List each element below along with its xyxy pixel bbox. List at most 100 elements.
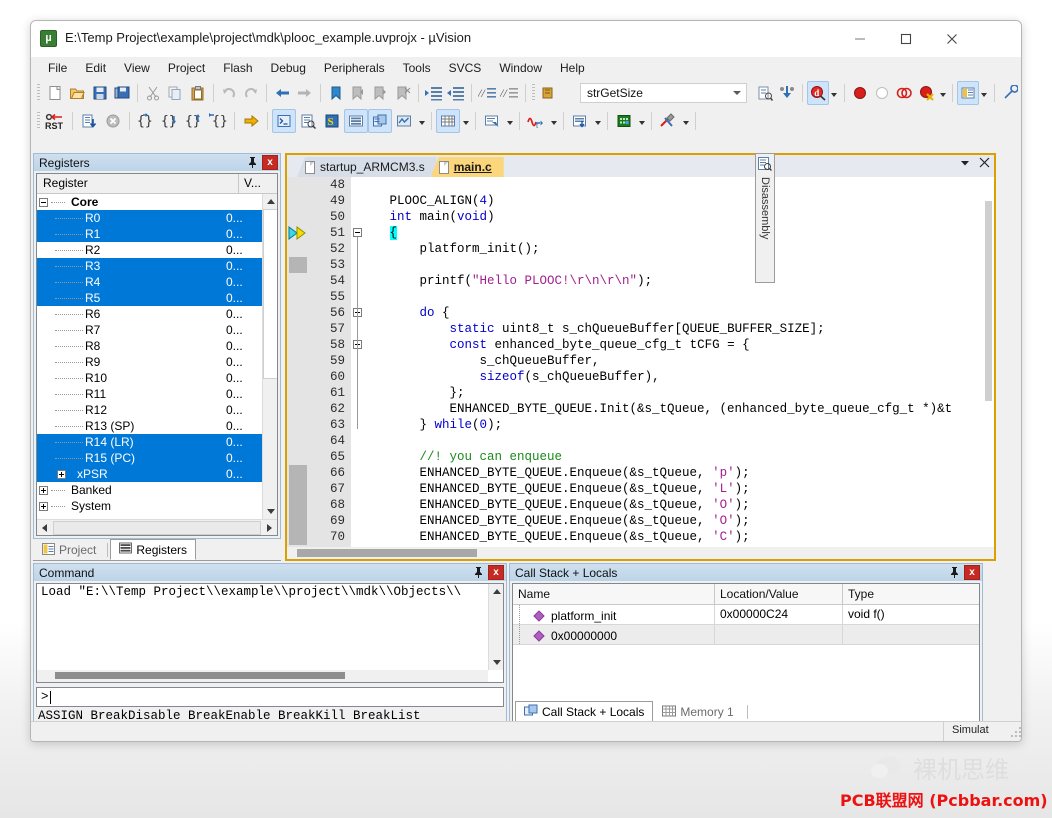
find-icon[interactable] bbox=[753, 81, 775, 105]
expand-icon[interactable] bbox=[39, 502, 48, 512]
code-line[interactable]: } while(0); bbox=[367, 417, 994, 433]
menu-edit[interactable]: Edit bbox=[76, 58, 115, 78]
call-stack-table[interactable]: Name Location/Value Type platform_init 0x… bbox=[512, 583, 980, 725]
resize-grip[interactable] bbox=[1009, 721, 1021, 741]
comment-icon[interactable]: // bbox=[476, 81, 498, 105]
toolbar-grip[interactable] bbox=[531, 84, 535, 102]
close-icon[interactable] bbox=[979, 157, 990, 171]
chevron-down-icon[interactable] bbox=[728, 85, 746, 101]
register-row[interactable]: System bbox=[37, 498, 262, 514]
scroll-up-icon[interactable] bbox=[263, 194, 277, 209]
code-line[interactable]: s_chQueueBuffer, bbox=[367, 353, 994, 369]
register-row[interactable]: R2 0... bbox=[37, 242, 262, 258]
show-next-statement-icon[interactable] bbox=[239, 109, 263, 133]
code-line[interactable] bbox=[367, 289, 994, 305]
dock-tab-call-stack[interactable]: Call Stack + Locals bbox=[515, 701, 654, 722]
copy-icon[interactable] bbox=[164, 81, 186, 105]
menu-svcs[interactable]: SVCS bbox=[440, 58, 491, 78]
registers-tree[interactable]: Register V... Core R0 0... R1 0... R2 0... R3 0.… bbox=[36, 173, 278, 536]
scroll-up-icon[interactable] bbox=[489, 584, 503, 599]
target-options-icon[interactable] bbox=[956, 81, 980, 105]
search-combo[interactable]: strGetSize bbox=[579, 83, 748, 103]
scroll-left-icon[interactable] bbox=[37, 520, 52, 535]
symbols-window-icon[interactable]: S bbox=[320, 109, 344, 133]
find-in-files-icon[interactable] bbox=[539, 81, 561, 105]
disassembly-window-icon[interactable] bbox=[296, 109, 320, 133]
register-row[interactable]: R12 0... bbox=[37, 402, 262, 418]
register-row[interactable]: R14 (LR) 0... bbox=[37, 434, 262, 450]
code-line[interactable]: printf("Hello PLOOC!\r\n\r\n"); bbox=[367, 273, 994, 289]
debug-options-dropdown[interactable] bbox=[829, 81, 839, 105]
menu-window[interactable]: Window bbox=[490, 58, 551, 78]
code-line[interactable]: ENHANCED_BYTE_QUEUE.Enqueue(&s_tQueue, '… bbox=[367, 465, 994, 481]
breakpoint-options-dropdown[interactable] bbox=[938, 81, 948, 105]
menu-view[interactable]: View bbox=[115, 58, 159, 78]
system-viewer-icon[interactable] bbox=[612, 109, 636, 133]
toolbox-dropdown[interactable] bbox=[680, 109, 691, 133]
editor-marker-gutter[interactable] bbox=[287, 177, 309, 547]
bookmark-next-icon[interactable] bbox=[369, 81, 391, 105]
breakpoint-icon[interactable] bbox=[849, 81, 871, 105]
register-row[interactable]: R9 0... bbox=[37, 354, 262, 370]
register-row[interactable]: R11 0... bbox=[37, 386, 262, 402]
dock-tab-registers[interactable]: Registers bbox=[110, 539, 197, 560]
watch-window-icon[interactable] bbox=[392, 109, 416, 133]
register-row[interactable]: R8 0... bbox=[37, 338, 262, 354]
disassembly-side-tab[interactable]: Disassembly bbox=[755, 153, 775, 283]
trace-window-icon[interactable] bbox=[568, 109, 592, 133]
menu-peripherals[interactable]: Peripherals bbox=[315, 58, 394, 78]
scroll-down-icon[interactable] bbox=[263, 504, 277, 519]
registers-window-icon[interactable] bbox=[344, 109, 368, 133]
close-icon[interactable]: x bbox=[262, 155, 278, 170]
registers-vertical-scrollbar[interactable] bbox=[262, 194, 277, 519]
stop-icon[interactable] bbox=[101, 109, 125, 133]
bookmark-clear-icon[interactable] bbox=[392, 81, 414, 105]
menu-debug[interactable]: Debug bbox=[262, 58, 315, 78]
register-row[interactable]: R13 (SP) 0... bbox=[37, 418, 262, 434]
save-all-icon[interactable] bbox=[111, 81, 133, 105]
step-out-icon[interactable]: {} bbox=[182, 109, 206, 133]
kill-all-breakpoints-icon[interactable] bbox=[915, 81, 937, 105]
register-row[interactable]: Banked bbox=[37, 482, 262, 498]
pin-icon[interactable] bbox=[470, 565, 486, 580]
memory-window-dropdown[interactable] bbox=[460, 109, 471, 133]
register-row[interactable]: R3 0... bbox=[37, 258, 262, 274]
code-line[interactable]: int main(void) bbox=[367, 209, 994, 225]
dock-tab-memory[interactable]: Memory 1 bbox=[653, 702, 742, 722]
code-line[interactable]: static uint8_t s_chQueueBuffer[QUEUE_BUF… bbox=[367, 321, 994, 337]
column-header-register[interactable]: Register bbox=[37, 174, 239, 193]
pin-icon[interactable] bbox=[946, 565, 962, 580]
code-line[interactable]: //! you can enqueue bbox=[367, 449, 994, 465]
editor-text-content[interactable]: PLOOC_ALIGN(4) int main(void) { platform… bbox=[367, 177, 994, 547]
register-row[interactable]: R6 0... bbox=[37, 306, 262, 322]
menu-flash[interactable]: Flash bbox=[214, 58, 261, 78]
save-icon[interactable] bbox=[88, 81, 110, 105]
minimize-button[interactable] bbox=[837, 21, 883, 57]
register-row[interactable]: R10 0... bbox=[37, 370, 262, 386]
start-stop-debug-icon[interactable]: d bbox=[806, 81, 830, 105]
command-output-horizontal-scrollbar[interactable] bbox=[37, 670, 488, 682]
code-line[interactable]: sizeof(s_chQueueBuffer), bbox=[367, 369, 994, 385]
outdent-icon[interactable] bbox=[445, 81, 467, 105]
code-line[interactable]: ENHANCED_BYTE_QUEUE.Enqueue(&s_tQueue, '… bbox=[367, 529, 994, 545]
command-output-vertical-scrollbar[interactable] bbox=[488, 584, 503, 670]
uncomment-icon[interactable]: // bbox=[499, 81, 521, 105]
disable-all-breakpoints-icon[interactable] bbox=[893, 81, 915, 105]
fold-cell[interactable] bbox=[351, 337, 367, 353]
step-over-icon[interactable]: {} bbox=[158, 109, 182, 133]
menu-tools[interactable]: Tools bbox=[394, 58, 440, 78]
register-row[interactable]: R4 0... bbox=[37, 274, 262, 290]
serial-window-dropdown[interactable] bbox=[504, 109, 515, 133]
code-line[interactable] bbox=[367, 433, 994, 449]
scroll-thumb[interactable] bbox=[53, 520, 261, 535]
column-header-value[interactable]: V... bbox=[239, 174, 277, 193]
expand-icon[interactable] bbox=[39, 486, 48, 496]
maximize-button[interactable] bbox=[883, 21, 929, 57]
analysis-window-dropdown[interactable] bbox=[548, 109, 559, 133]
menu-file[interactable]: File bbox=[39, 58, 76, 78]
register-row[interactable]: xPSR 0... bbox=[37, 466, 262, 482]
register-row[interactable]: Core bbox=[37, 194, 262, 210]
close-button[interactable] bbox=[929, 21, 975, 57]
menu-help[interactable]: Help bbox=[551, 58, 594, 78]
register-row[interactable]: R15 (PC) 0... bbox=[37, 450, 262, 466]
